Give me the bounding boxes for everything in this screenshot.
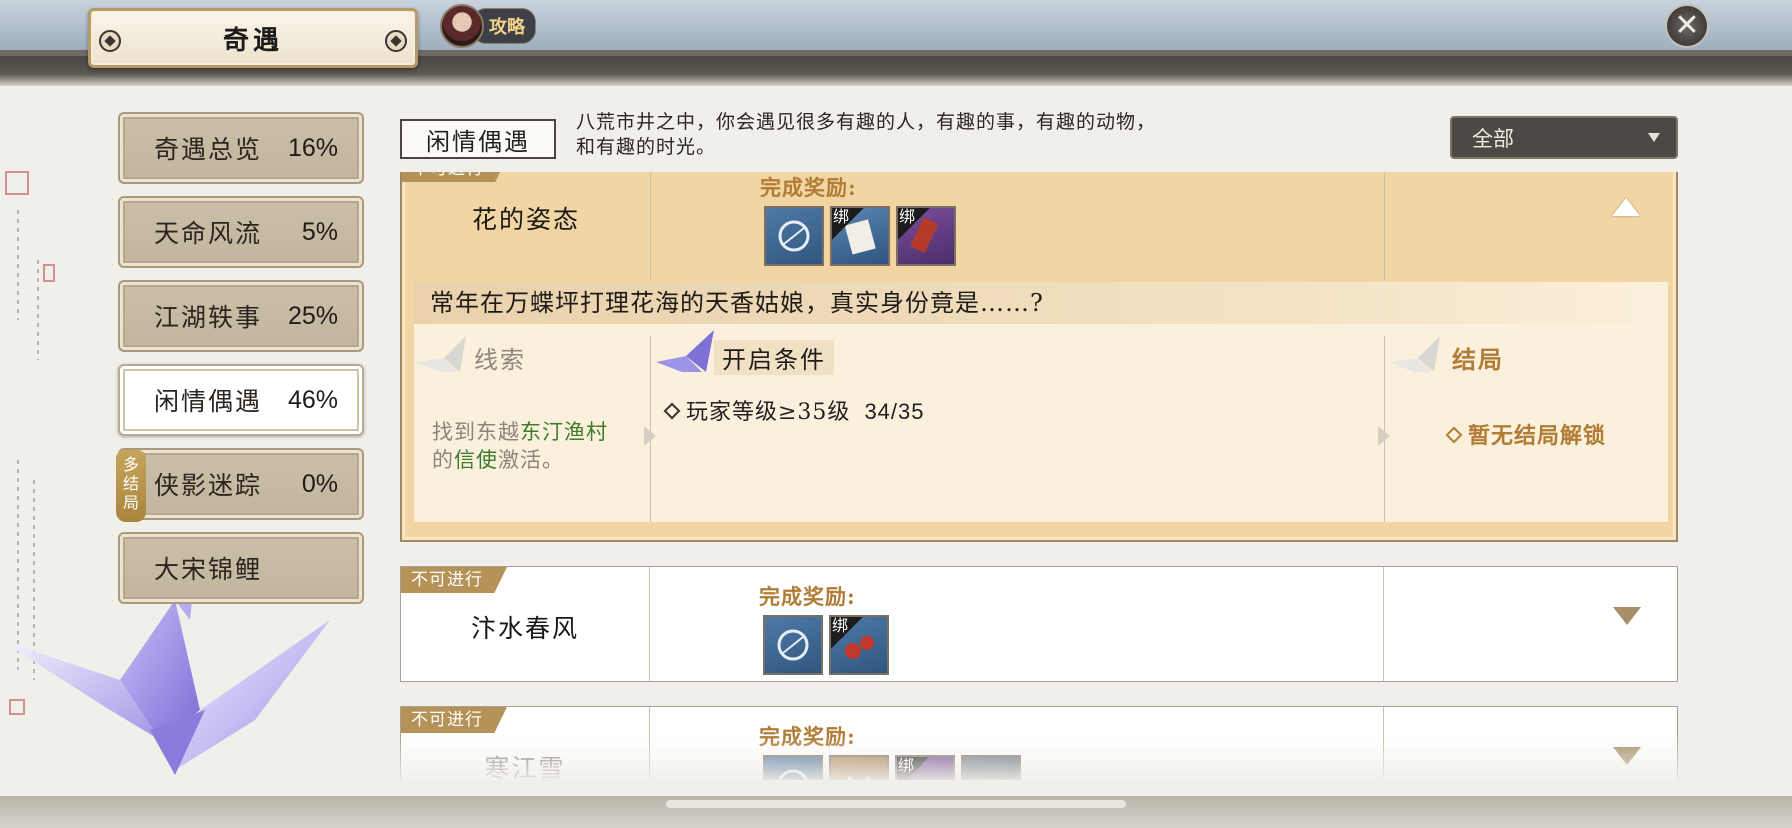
- close-icon[interactable]: ✕: [1665, 4, 1709, 48]
- bottom-bar: [0, 796, 1792, 828]
- crown-icon[interactable]: [829, 755, 889, 780]
- event-card[interactable]: 不可进行 汴水春风 完成奖励: 绑: [400, 566, 1678, 682]
- sidebar-item-label: 江湖轶事: [154, 303, 263, 332]
- ring-icon[interactable]: [763, 615, 823, 675]
- title-tab: 奇遇: [88, 8, 418, 68]
- sidebar-item-percent: 46%: [287, 385, 338, 414]
- filter-dropdown[interactable]: 全部: [1450, 116, 1678, 159]
- knot-icon: [99, 30, 121, 52]
- condition-progress: 34/35: [864, 399, 925, 424]
- bag-icon[interactable]: [961, 755, 1021, 780]
- scroll-icon[interactable]: 绑: [895, 755, 955, 780]
- category-description: 八荒市井之中，你会遇见很多有趣的人，有趣的事，有趣的动物， 和有趣的时光。: [576, 111, 1157, 158]
- scroll-handle[interactable]: [666, 800, 1126, 808]
- sidebar-item-label: 侠影迷踪: [154, 471, 263, 500]
- paper-crane-icon: [1388, 336, 1440, 372]
- clue-heading: 线索: [474, 346, 526, 374]
- event-name: 花的姿态: [471, 205, 580, 234]
- sidebar-item-label: 大宋锦鲤: [154, 555, 263, 584]
- event-card[interactable]: 不可进行 寒江雪 完成奖励: 绑: [400, 706, 1678, 780]
- multi-ending-badge: 多结局: [116, 450, 146, 522]
- sidebar-item-destiny[interactable]: 天命风流 5%: [118, 196, 364, 268]
- chevron-down-icon: [1648, 133, 1660, 142]
- category-sidebar: 奇遇总览 16% 天命风流 5% 江湖轶事 25% 闲情偶遇 46% 多结局 侠…: [116, 112, 364, 616]
- avatar: [440, 4, 484, 48]
- reward-label: 完成奖励:: [760, 175, 857, 200]
- ornament-icon[interactable]: 绑: [829, 615, 889, 675]
- sidebar-item-label: 天命风流: [154, 219, 263, 248]
- guide-button[interactable]: 攻略: [440, 4, 540, 48]
- sidebar-item-leisure[interactable]: 闲情偶遇 46%: [118, 364, 364, 436]
- npc-link: 信使: [454, 448, 498, 472]
- status-badge: 不可进行: [401, 707, 507, 733]
- scroll-icon[interactable]: 绑: [896, 206, 956, 266]
- ending-heading: 结局: [1452, 345, 1504, 374]
- reward-label: 完成奖励:: [759, 584, 856, 609]
- page-title: 奇遇: [222, 25, 283, 56]
- condition-row: 玩家等级≥35级 34/35: [663, 394, 925, 426]
- category-label: 闲情偶遇: [400, 119, 556, 159]
- sidebar-item-hero-trail[interactable]: 多结局 侠影迷踪 0%: [116, 448, 364, 522]
- diamond-bullet-icon: [663, 402, 681, 420]
- ending-text: 暂无结局解锁: [1445, 418, 1606, 450]
- arrow-right-icon: [1378, 426, 1390, 446]
- ring-icon[interactable]: [763, 755, 823, 780]
- expand-arrow-icon[interactable]: [1613, 747, 1641, 765]
- event-list[interactable]: 不可进行 花的姿态 完成奖励: 绑 绑 常年在万蝶坪打理花海的天香姑娘，真实身份…: [398, 172, 1680, 780]
- sidebar-item-anecdotes[interactable]: 江湖轶事 25%: [118, 280, 364, 352]
- sidebar-item-percent: 0%: [301, 469, 338, 498]
- calligraphy-seal-decoration: [5, 171, 55, 360]
- ring-icon[interactable]: [764, 206, 824, 266]
- status-badge: 不可进行: [401, 567, 507, 593]
- sidebar-item-label: 奇遇总览: [154, 135, 263, 164]
- status-badge: 不可进行: [402, 172, 508, 182]
- reward-list: 绑: [763, 755, 1021, 780]
- event-name: 寒江雪: [484, 754, 566, 780]
- location-link: 东汀渔村: [520, 420, 608, 444]
- clue-text: 找到东越东汀渔村 的信使激活。: [432, 420, 608, 472]
- event-name: 汴水春风: [470, 614, 579, 643]
- sidebar-item-percent: 16%: [287, 133, 338, 162]
- sidebar-item-percent: 5%: [301, 217, 338, 246]
- sidebar-item-overview[interactable]: 奇遇总览 16%: [118, 112, 364, 184]
- arrow-right-icon: [644, 426, 656, 446]
- sidebar-item-label: 闲情偶遇: [154, 387, 263, 416]
- event-detail-title: 常年在万蝶坪打理花海的天香姑娘，真实身份竟是……?: [414, 282, 1668, 324]
- condition-heading: 开启条件: [714, 340, 834, 375]
- expand-arrow-icon[interactable]: [1613, 607, 1641, 625]
- paper-crane-icon: [414, 336, 466, 372]
- reward-label: 完成奖励:: [759, 724, 856, 749]
- diamond-bullet-icon: [1445, 426, 1463, 444]
- reward-list: 绑 绑: [764, 206, 956, 266]
- reward-list: 绑: [763, 615, 889, 675]
- event-detail-panel: 常年在万蝶坪打理花海的天香姑娘，真实身份竟是……? 线索 找到东越东汀渔村 的信…: [414, 282, 1668, 522]
- sidebar-item-koi[interactable]: 大宋锦鲤: [118, 532, 364, 604]
- letter-icon[interactable]: 绑: [830, 206, 890, 266]
- event-card[interactable]: 不可进行 花的姿态 完成奖励: 绑 绑 常年在万蝶坪打理花海的天香姑娘，真实身份…: [400, 172, 1678, 542]
- filter-selected: 全部: [1472, 126, 1514, 151]
- sidebar-item-percent: 25%: [287, 301, 338, 330]
- collapse-arrow-icon[interactable]: [1612, 198, 1640, 216]
- knot-icon: [385, 30, 407, 52]
